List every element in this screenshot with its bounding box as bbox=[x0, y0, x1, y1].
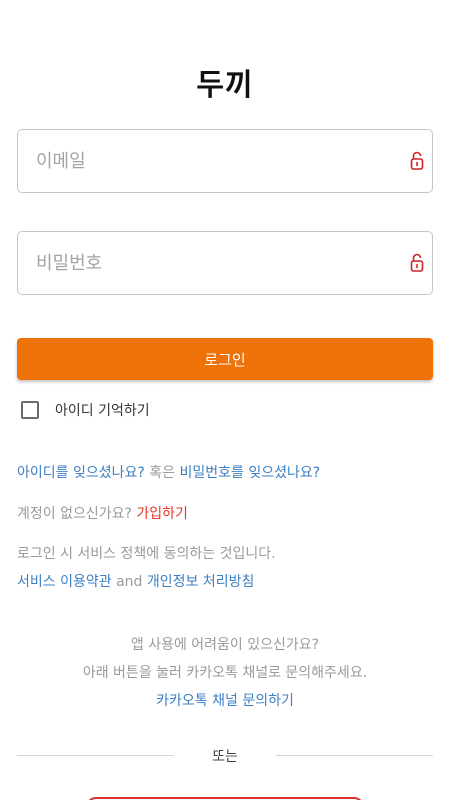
policy-links-row: 서비스 이용약관 and 개인정보 처리방침 bbox=[17, 571, 254, 591]
signup-row: 계정이 없으신가요? 가입하기 bbox=[17, 503, 188, 523]
or-text: 혹은 bbox=[149, 465, 176, 481]
email-input[interactable] bbox=[36, 130, 396, 192]
password-input[interactable] bbox=[36, 232, 396, 294]
help-line-1: 앱 사용에 어려움이 있으신가요? bbox=[130, 637, 320, 653]
no-account-text: 계정이 없으신가요? bbox=[17, 506, 132, 522]
password-field[interactable] bbox=[17, 231, 433, 295]
forgot-password-link[interactable]: 비밀번호를 잊으셨나요? bbox=[179, 465, 320, 481]
app-title: 두끼 bbox=[196, 68, 254, 103]
forgot-id-link[interactable]: 아이디를 잊으셨나요? bbox=[17, 465, 145, 481]
policy-notice: 로그인 시 서비스 정책에 동의하는 것입니다. bbox=[17, 546, 276, 562]
or-separator-label: 또는 bbox=[212, 749, 238, 765]
lock-icon bbox=[410, 253, 424, 272]
divider-right bbox=[276, 755, 433, 756]
forgot-row: 아이디를 잊으셨나요? 혹은 비밀번호를 잊으셨나요? bbox=[17, 462, 320, 482]
and-text: and bbox=[116, 574, 143, 590]
remember-id-row[interactable]: 아이디 기억하기 bbox=[21, 400, 150, 420]
lock-icon bbox=[410, 151, 424, 170]
login-button[interactable]: 로그인 bbox=[17, 338, 433, 380]
signup-link[interactable]: 가입하기 bbox=[136, 506, 188, 522]
remember-id-label: 아이디 기억하기 bbox=[55, 403, 150, 419]
help-line-2: 아래 버튼을 눌러 카카오톡 채널로 문의해주세요. bbox=[82, 665, 368, 681]
privacy-link[interactable]: 개인정보 처리방침 bbox=[147, 574, 255, 590]
kakao-channel-link[interactable]: 카카오톡 채널 문의하기 bbox=[0, 690, 450, 710]
remember-id-checkbox[interactable] bbox=[21, 401, 39, 419]
terms-link[interactable]: 서비스 이용약관 bbox=[17, 574, 112, 590]
email-field[interactable] bbox=[17, 129, 433, 193]
